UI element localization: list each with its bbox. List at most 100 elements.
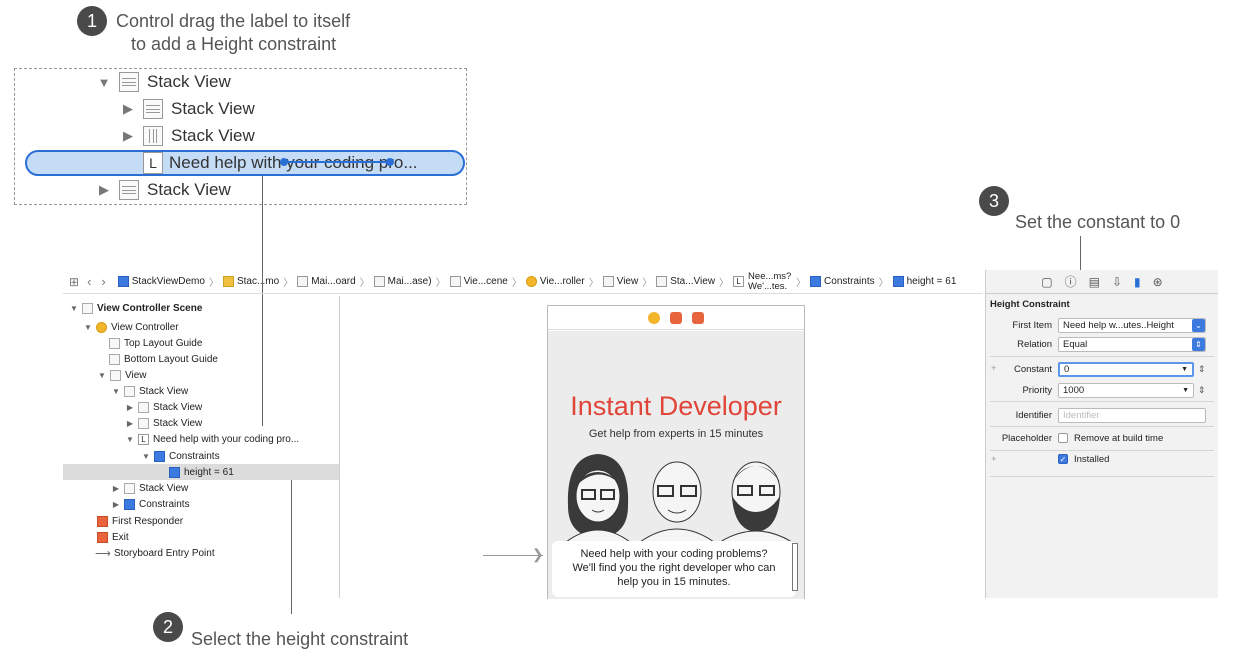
jumpbar-item-stack-view[interactable]: Sta...View xyxy=(656,276,715,287)
scene-dock xyxy=(548,306,804,330)
disclosure-collapsed-icon[interactable]: ▶ xyxy=(111,484,121,493)
back-arrow-icon[interactable]: ‹ xyxy=(87,274,91,289)
disclosure-expanded-icon[interactable]: ▼ xyxy=(125,435,135,444)
disclosure-collapsed-icon[interactable]: ▶ xyxy=(111,500,121,509)
constant-row: Constant 0 ▼ ⇕ xyxy=(986,360,1219,378)
disclosure-collapsed-icon[interactable]: ▶ xyxy=(125,419,135,428)
outline-row-first-responder[interactable]: First Responder xyxy=(97,513,183,529)
placeholder-checkbox[interactable] xyxy=(1058,433,1068,443)
outline-row-storyboard-entry-point[interactable]: ⟶ Storyboard Entry Point xyxy=(95,545,215,561)
disclosure-expanded-icon[interactable]: ▼ xyxy=(83,323,93,332)
first-item-select[interactable]: Need help w...utes..Height ⌄ xyxy=(1058,317,1206,333)
disclosure-expanded-icon[interactable]: ▼ xyxy=(69,304,79,313)
app-subtitle: Get help from experts in 15 minutes xyxy=(588,428,764,440)
zoom-row-label: Stack View xyxy=(147,72,231,91)
disclosure-collapsed-icon[interactable]: ▶ xyxy=(97,182,111,198)
jumpbar-item-controller[interactable]: Vie...roller xyxy=(525,276,585,287)
message-line: help you in 15 minutes. xyxy=(617,576,731,588)
exit-icon[interactable] xyxy=(692,311,704,324)
priority-field[interactable]: 1000 ▼ xyxy=(1058,382,1194,398)
disclosure-collapsed-icon[interactable]: ▶ xyxy=(125,403,135,412)
stepper-icon: ⇕ xyxy=(1192,337,1205,351)
jumpbar-item-storyboard-base[interactable]: Mai...ase) xyxy=(373,276,432,287)
jumpbar-item-constraints[interactable]: Constraints xyxy=(810,276,875,287)
identifier-field[interactable]: Identifier xyxy=(1058,407,1206,423)
jumpbar-item-label: Nee...ms? We'...tes. xyxy=(748,270,792,292)
priority-stepper-icon[interactable]: ⇕ xyxy=(1198,385,1206,396)
app-view: Instant Developer Get help from experts … xyxy=(548,331,804,599)
zoom-row-stack-view-1[interactable]: ▼ Stack View xyxy=(97,69,231,95)
outline-row-label: Storyboard Entry Point xyxy=(114,547,215,559)
outline-row-scene[interactable]: ▼ View Controller Scene xyxy=(69,300,202,316)
file-icon[interactable]: ▢ xyxy=(1041,275,1052,289)
forward-arrow-icon[interactable]: › xyxy=(101,274,105,289)
jumpbar-item-scene[interactable]: Vie...cene xyxy=(449,276,508,287)
jumpbar-item-label: View xyxy=(616,276,639,287)
help-icon[interactable]: ⓘ xyxy=(1065,273,1077,290)
stack-view-icon xyxy=(138,401,149,413)
outline-row-view-controller[interactable]: ▼ View Controller xyxy=(83,319,179,335)
step-2-text: Select the height constraint xyxy=(191,629,409,649)
placeholder-label: Placeholder xyxy=(1001,432,1052,444)
constraints-icon xyxy=(124,498,135,510)
view-icon xyxy=(110,369,121,381)
outline-row-stack-view[interactable]: ▶ Stack View xyxy=(125,415,202,431)
outline-row-stack-view[interactable]: ▶ Stack View xyxy=(111,480,188,496)
jumpbar-item-project[interactable]: StackViewDemo xyxy=(117,276,205,287)
constant-stepper-icon[interactable]: ⇕ xyxy=(1198,364,1206,375)
chevron-right-icon: 〉 xyxy=(208,278,219,289)
horizontal-stack-view-icon xyxy=(143,126,163,146)
grid-icon[interactable]: ⊞ xyxy=(69,275,79,289)
view-controller-icon[interactable] xyxy=(648,311,660,324)
zoom-row-stack-view-4[interactable]: ▶ Stack View xyxy=(97,177,231,203)
storyboard-icon xyxy=(373,276,385,287)
exit-icon xyxy=(97,531,108,543)
disclosure-expanded-icon[interactable]: ▼ xyxy=(111,387,121,396)
outline-row-exit[interactable]: Exit xyxy=(97,529,129,545)
jumpbar-item-height[interactable]: height = 61 xyxy=(892,276,957,287)
zoom-row-stack-view-3[interactable]: ▶ Stack View xyxy=(121,123,255,149)
chevron-right-icon: 〉 xyxy=(435,278,446,289)
outline-row-bottom-layout-guide[interactable]: Bottom Layout Guide xyxy=(109,351,218,367)
entry-arrow-head-icon: ❯ xyxy=(532,546,544,562)
jump-bar: ⊞ ‹ › StackViewDemo 〉 Stac...mo 〉 Mai...… xyxy=(63,270,983,294)
outline-row-constraints[interactable]: ▶ Constraints xyxy=(111,496,190,512)
message-label[interactable]: Need help with your coding problems? We'… xyxy=(552,541,798,597)
outline-row-label-need-help[interactable]: ▼ L Need help with your coding pro... xyxy=(125,431,299,447)
label-glyph-icon: L xyxy=(733,276,745,287)
avatar-woman-icon xyxy=(565,454,631,542)
view-icon xyxy=(602,276,614,287)
outline-row-height-constraint[interactable]: height = 61 xyxy=(169,464,234,480)
outline-row-label: Constraints xyxy=(169,450,220,462)
zoom-row-stack-view-2[interactable]: ▶ Stack View xyxy=(121,96,255,122)
disclosure-collapsed-icon[interactable]: ▶ xyxy=(121,101,135,117)
view-controller-canvas[interactable]: Instant Developer Get help from experts … xyxy=(547,305,805,599)
outline-row-constraints[interactable]: ▼ Constraints xyxy=(141,448,220,464)
connections-icon[interactable]: ⊛ xyxy=(1153,275,1163,289)
identity-icon[interactable]: ▤ xyxy=(1089,275,1100,289)
jumpbar-item-label: Sta...View xyxy=(670,276,716,287)
disclosure-collapsed-icon[interactable]: ▶ xyxy=(121,128,135,144)
size-icon[interactable]: ▮ xyxy=(1134,275,1141,289)
attributes-icon[interactable]: ⇩ xyxy=(1112,275,1122,289)
outline-row-stack-view[interactable]: ▼ Stack View xyxy=(111,383,188,399)
disclosure-expanded-icon[interactable]: ▼ xyxy=(97,371,107,380)
jumpbar-item-view[interactable]: View xyxy=(602,276,639,287)
jumpbar-item-label-element[interactable]: L Nee...ms? We'...tes. xyxy=(733,270,792,292)
outline-row-label: Exit xyxy=(112,531,129,543)
outline-row-view[interactable]: ▼ View xyxy=(97,367,147,383)
installed-checkbox[interactable]: ✓ xyxy=(1058,454,1068,464)
constant-field[interactable]: 0 ▼ xyxy=(1058,361,1194,377)
jumpbar-item-storyboard[interactable]: Mai...oard xyxy=(297,276,356,287)
dropdown-arrow-icon: ▼ xyxy=(1181,365,1188,373)
relation-select[interactable]: Equal ⇕ xyxy=(1058,336,1206,352)
disclosure-expanded-icon[interactable]: ▼ xyxy=(141,452,151,461)
scene-icon xyxy=(82,302,93,314)
first-responder-icon[interactable] xyxy=(670,311,682,324)
outline-row-stack-view[interactable]: ▶ Stack View xyxy=(125,399,202,415)
disclosure-expanded-icon[interactable]: ▼ xyxy=(97,75,111,90)
jumpbar-item-folder[interactable]: Stac...mo xyxy=(222,276,279,287)
app-title: Instant Developer xyxy=(570,391,782,421)
jumpbar-item-label: height = 61 xyxy=(906,276,957,287)
outline-row-top-layout-guide[interactable]: Top Layout Guide xyxy=(109,335,202,351)
